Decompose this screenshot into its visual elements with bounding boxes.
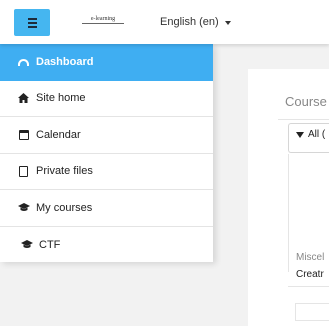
sidebar-item-site-home[interactable]: Site home (0, 81, 213, 117)
sidebar-item-label: Private files (36, 165, 93, 178)
graduation-cap-icon (20, 239, 33, 251)
sidebar-item-my-courses[interactable]: My courses (0, 190, 213, 227)
sidebar-item-label: Dashboard (36, 56, 94, 69)
sidebar-item-calendar[interactable]: Calendar (0, 117, 213, 154)
card-title: Course (285, 94, 327, 109)
site-logo[interactable]: e-learning (82, 16, 124, 28)
logo-text: e-learning (90, 16, 116, 22)
hamburger-icon (27, 17, 37, 20)
filter-button[interactable]: All ( (296, 129, 325, 140)
course-category: Miscel (296, 252, 325, 263)
page-background (213, 44, 248, 326)
filter-icon (296, 131, 304, 138)
sidebar-item-label: Site home (36, 92, 86, 105)
language-label: English (en) (160, 16, 219, 28)
sidebar-item-ctf[interactable]: CTF (0, 227, 213, 264)
menu-toggle-button[interactable] (14, 9, 50, 36)
filter-label: All ( (308, 129, 326, 140)
nav-drawer: Dashboard Site home Calendar Private fil… (0, 44, 213, 262)
file-icon (17, 165, 30, 177)
course-name-link[interactable]: Creatr (296, 269, 324, 280)
caret-down-icon (224, 20, 231, 25)
sidebar-item-label: CTF (39, 238, 61, 251)
sidebar-item-label: Calendar (36, 128, 81, 141)
sidebar-item-dashboard[interactable]: Dashboard (0, 44, 213, 81)
sidebar-item-label: My courses (36, 201, 93, 214)
language-menu[interactable]: English (en) (160, 16, 231, 28)
top-navbar: e-learning English (en) (0, 0, 329, 44)
course-card[interactable] (295, 303, 329, 321)
graduation-cap-icon (17, 202, 30, 214)
calendar-icon (17, 129, 30, 141)
sidebar-item-private-files[interactable]: Private files (0, 154, 213, 190)
course-overview-card: Course All ( Miscel Creatr (248, 69, 329, 326)
dashboard-icon (17, 56, 30, 68)
home-icon (17, 92, 30, 104)
